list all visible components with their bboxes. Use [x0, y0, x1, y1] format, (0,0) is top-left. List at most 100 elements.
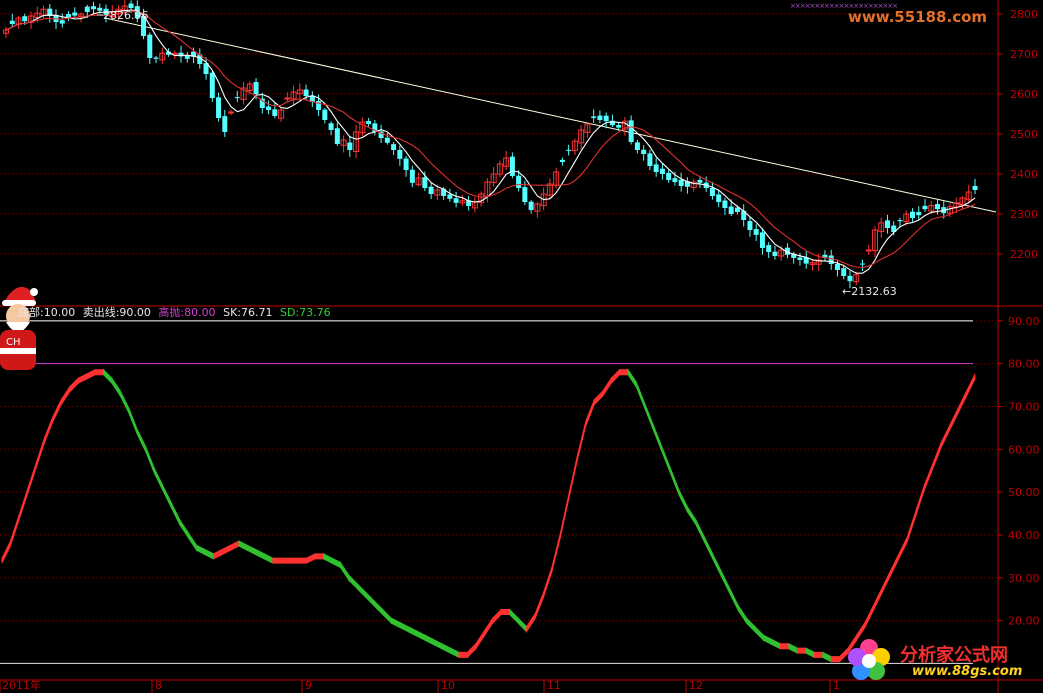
candle-body — [728, 206, 734, 214]
x-tick-label: 1 — [833, 679, 840, 692]
candle-body — [616, 125, 622, 128]
candle-body — [209, 72, 215, 98]
indicator-tick-label: 30.00 — [1008, 572, 1040, 585]
indicator-tick-label: 60.00 — [1008, 443, 1040, 456]
candle-body — [634, 142, 640, 150]
candle-body — [284, 97, 291, 100]
sk-rising-segment — [966, 373, 976, 397]
high-annotation: 2826.96 — [103, 9, 149, 22]
sk-falling-segment — [441, 643, 451, 654]
candle-body — [84, 6, 90, 12]
sk-rising-segment — [289, 557, 299, 564]
sk-falling-segment — [196, 544, 206, 556]
candle-body — [709, 187, 715, 196]
indicator-tick-label: 40.00 — [1008, 529, 1040, 542]
sk-falling-segment — [678, 489, 688, 513]
sk-rising-segment — [18, 489, 28, 521]
resistance-line — [104, 17, 997, 213]
sk-rising-segment — [69, 377, 79, 393]
sk-falling-segment — [644, 403, 654, 431]
sk-rising-segment — [77, 373, 88, 385]
candle-body — [909, 211, 915, 218]
sk-rising-segment — [551, 532, 561, 572]
legend-high-sell: 高抛:80.00 — [158, 306, 216, 319]
sk-falling-segment — [754, 625, 764, 642]
sk-rising-segment — [610, 368, 621, 385]
candle-body — [253, 82, 259, 94]
sk-falling-segment — [246, 544, 257, 556]
indicator-tick-label: 70.00 — [1008, 400, 1040, 413]
candle-body — [128, 3, 134, 8]
indicator-legend: 底部:10.00 卖出线:90.00 高抛:80.00 SK:76.71 SD:… — [18, 304, 335, 320]
legend-sell-line: 卖出线:90.00 — [82, 306, 151, 319]
sk-rising-segment — [602, 376, 612, 398]
sk-falling-segment — [763, 634, 773, 646]
candle-body — [922, 205, 928, 210]
candle-body — [653, 164, 659, 172]
sk-rising-segment — [43, 416, 54, 444]
sk-rising-segment — [889, 553, 900, 577]
candle-body — [859, 263, 865, 265]
candle-body — [91, 6, 97, 10]
candle-body — [884, 220, 890, 228]
sk-rising-segment — [26, 463, 37, 495]
candle-body — [228, 111, 235, 114]
sk-rising-segment — [1, 540, 11, 564]
sk-falling-segment — [323, 553, 333, 564]
legend-sk: SK:76.71 — [223, 306, 273, 319]
sk-rising-segment — [230, 540, 240, 552]
price-tick-label: 2600 — [1010, 88, 1038, 101]
candle-body — [303, 89, 309, 96]
sk-falling-segment — [771, 638, 781, 650]
sk-falling-segment — [145, 446, 155, 474]
santa-icon: CH — [0, 286, 38, 370]
sk-falling-segment — [382, 608, 392, 625]
x-tick-label: 12 — [689, 679, 703, 692]
price-tick-label: 2500 — [1010, 128, 1038, 141]
sk-falling-segment — [348, 574, 358, 590]
sk-rising-segment — [813, 651, 824, 658]
candle-body — [391, 144, 397, 150]
sk-falling-segment — [695, 519, 705, 543]
candle-body — [716, 194, 722, 202]
candle-body — [59, 20, 65, 24]
candle-body — [591, 116, 597, 118]
candle-body — [897, 220, 903, 222]
legend-sd: SD:73.76 — [280, 306, 331, 319]
candle-body — [428, 186, 434, 194]
sk-rising-segment — [585, 399, 595, 427]
indicator-tick-label: 20.00 — [1008, 615, 1040, 628]
x-tick-label: 2011年 — [2, 678, 41, 692]
low-annotation: ←2132.63 — [842, 285, 897, 298]
sk-falling-segment — [720, 570, 731, 594]
sk-rising-segment — [534, 592, 544, 620]
sk-falling-segment — [686, 505, 697, 527]
candle-body — [522, 187, 528, 202]
sk-rising-segment — [906, 510, 917, 542]
sk-rising-segment — [619, 369, 629, 376]
santa-text: CH — [6, 337, 21, 348]
candle-body — [759, 232, 765, 248]
sk-falling-segment — [450, 647, 460, 659]
sk-rising-segment — [221, 544, 231, 556]
sk-falling-segment — [636, 382, 646, 410]
sk-falling-segment — [331, 557, 341, 569]
sk-falling-segment — [373, 599, 384, 616]
sk-rising-segment — [881, 570, 891, 594]
sk-falling-segment — [153, 467, 164, 491]
sk-rising-segment — [830, 656, 841, 663]
sk-falling-segment — [627, 368, 637, 390]
candle-body — [366, 121, 372, 124]
candle-body — [328, 123, 334, 130]
candle-body — [559, 159, 565, 162]
sk-rising-segment — [593, 390, 604, 406]
sk-rising-segment — [52, 399, 62, 423]
price-tick-label: 2700 — [1010, 48, 1038, 61]
sk-rising-segment — [306, 553, 316, 564]
price-tick-label: 2300 — [1010, 208, 1038, 221]
candle-body — [384, 137, 390, 143]
sk-falling-segment — [653, 425, 663, 453]
watermark-top: www.55188.com — [848, 8, 988, 26]
sk-rising-segment — [957, 390, 967, 414]
sk-rising-segment — [94, 369, 104, 376]
